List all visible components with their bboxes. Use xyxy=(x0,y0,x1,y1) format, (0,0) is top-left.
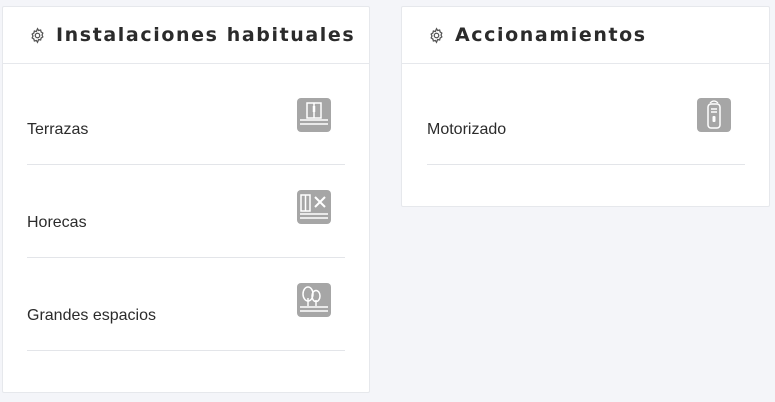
page: Instalaciones habituales Terrazas Horeca… xyxy=(0,0,775,402)
installations-list: Terrazas Horecas Grandes espacios xyxy=(3,64,369,351)
list-item-horecas[interactable]: Horecas xyxy=(27,165,345,258)
actuations-list: Motorizado xyxy=(402,64,769,165)
gear-icon xyxy=(428,26,445,44)
restaurant-icon xyxy=(297,190,331,224)
actuations-card-header: Accionamientos xyxy=(402,7,769,64)
list-item-terrazas[interactable]: Terrazas xyxy=(27,64,345,165)
installations-card: Instalaciones habituales Terrazas Horeca… xyxy=(2,6,370,393)
list-item-grandes-espacios[interactable]: Grandes espacios xyxy=(27,258,345,351)
item-label: Terrazas xyxy=(27,121,89,138)
item-label: Horecas xyxy=(27,214,87,231)
terrace-icon xyxy=(297,98,331,132)
remote-control-icon xyxy=(697,98,731,132)
list-item-motorizado[interactable]: Motorizado xyxy=(427,64,745,165)
item-label: Motorizado xyxy=(427,121,507,138)
installations-title: Instalaciones habituales xyxy=(56,24,356,46)
trees-icon xyxy=(297,283,331,317)
gear-icon xyxy=(29,26,46,44)
actuations-card: Accionamientos Motorizado xyxy=(401,6,770,207)
item-label: Grandes espacios xyxy=(27,307,156,324)
actuations-title: Accionamientos xyxy=(455,24,647,46)
installations-card-header: Instalaciones habituales xyxy=(3,7,369,64)
